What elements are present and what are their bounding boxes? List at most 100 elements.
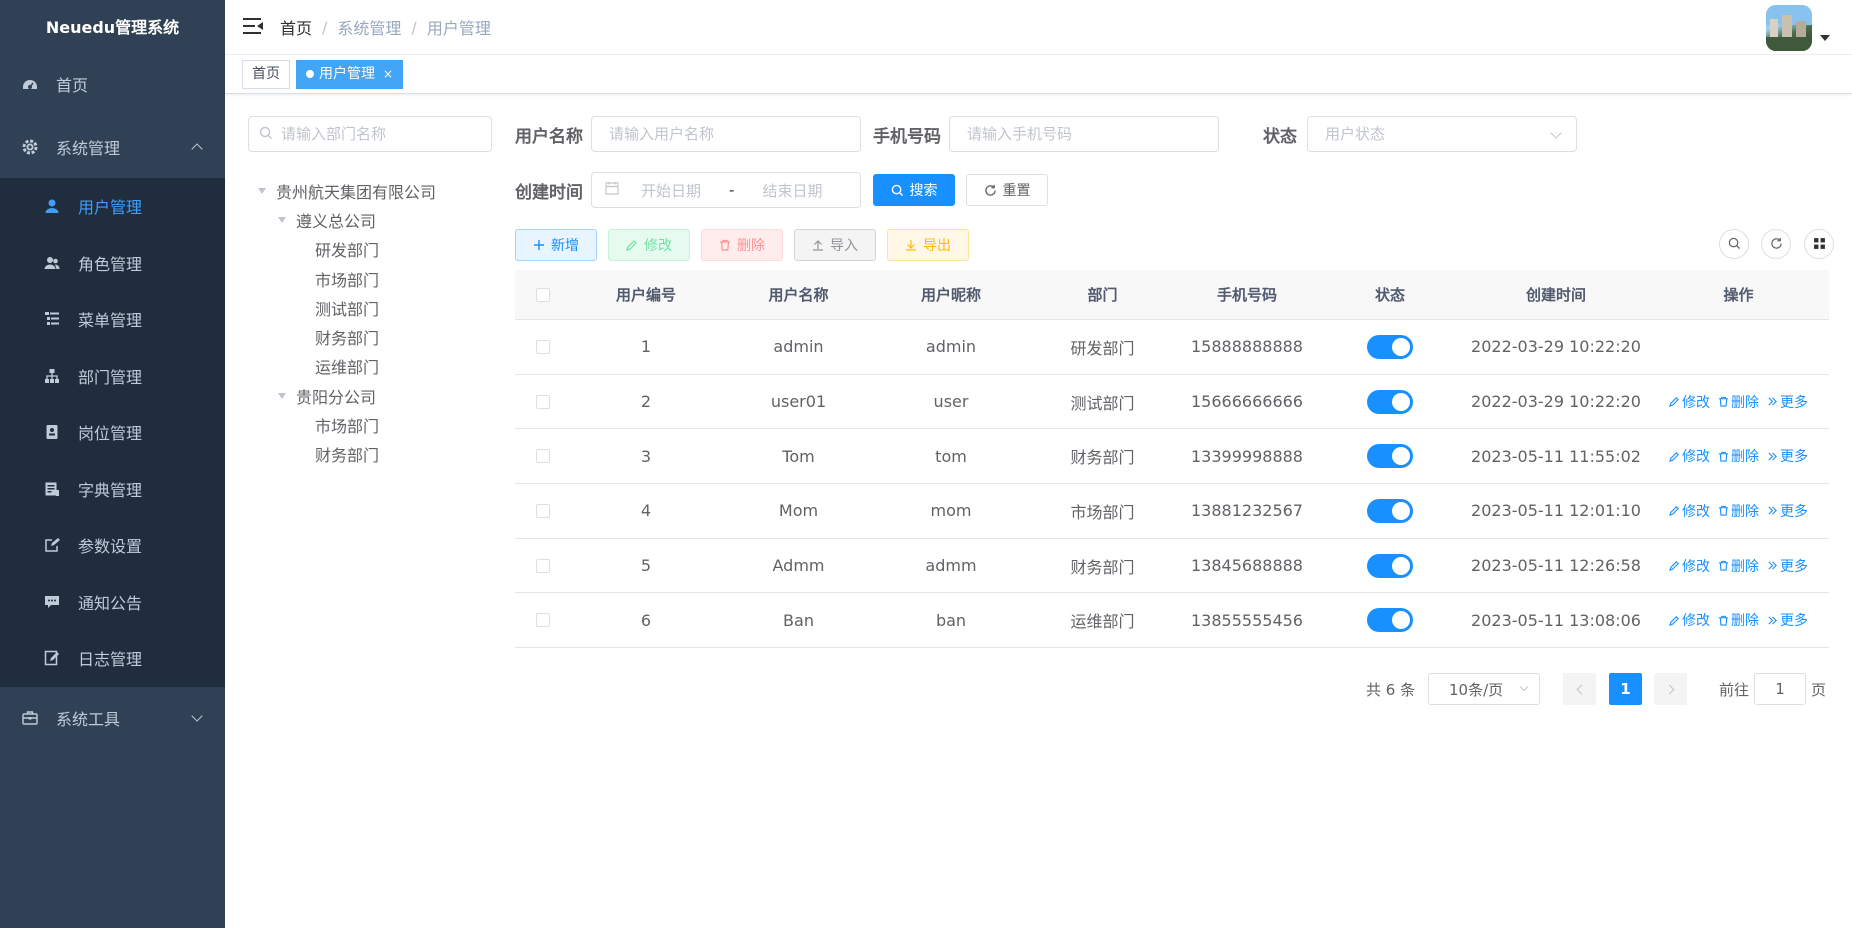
sidebar-item-logs[interactable]: 日志管理 [0,630,225,687]
user-avatar[interactable] [1766,5,1812,51]
goto-page-input[interactable] [1754,673,1806,705]
delete-button[interactable]: 删除 [701,229,783,261]
trash-icon [719,239,731,251]
status-cell [1316,498,1464,523]
tree-node-leaf[interactable]: 运维部门 [256,352,436,381]
caret-down-icon[interactable] [278,216,286,223]
date-range-picker[interactable]: 开始日期 - 结束日期 [591,172,861,208]
create-time-label: 创建时间 [515,183,583,203]
username-input[interactable] [609,125,860,143]
select-all-checkbox[interactable] [535,287,550,302]
status-toggle[interactable] [1367,553,1413,578]
status-cell [1316,334,1464,359]
caret-down-icon[interactable] [258,187,266,194]
hamburger-icon[interactable] [243,18,265,36]
refresh-button[interactable] [1761,229,1791,259]
breadcrumb-home[interactable]: 首页 [280,15,312,39]
row-edit-link[interactable]: 修改 [1669,501,1710,521]
tree-node-leaf[interactable]: 测试部门 [256,293,436,322]
page-size-select[interactable]: 10条/页 [1428,673,1540,705]
sidebar-item-system[interactable]: 系统管理 [0,115,225,178]
row-edit-link[interactable]: 修改 [1669,556,1710,576]
status-toggle[interactable] [1367,608,1413,633]
status-select[interactable] [1307,116,1577,152]
tag-home[interactable]: 首页 [242,59,290,89]
sidebar-item-menus[interactable]: 菜单管理 [0,291,225,348]
sidebar-item-notice[interactable]: 通知公告 [0,574,225,631]
sidebar-item-home[interactable]: 首页 [0,52,225,115]
edit-button[interactable]: 修改 [608,229,690,261]
import-button[interactable]: 导入 [794,229,876,261]
tree-node-leaf[interactable]: 财务部门 [256,440,436,469]
row-checkbox[interactable] [535,503,550,518]
sidebar-item-tools[interactable]: 系统工具 [0,687,225,750]
status-cell [1316,608,1464,633]
reset-button[interactable]: 重置 [966,174,1048,206]
search-button[interactable]: 搜索 [873,174,955,206]
search-icon [1728,235,1741,254]
row-more-link[interactable]: 更多 [1767,392,1808,412]
caret-down-icon[interactable] [278,392,286,399]
dept-search-input[interactable] [281,125,481,143]
tree-node-leaf[interactable]: 研发部门 [256,235,436,264]
close-icon[interactable]: × [383,61,393,88]
row-delete-link[interactable]: 删除 [1718,446,1759,466]
row-edit-link[interactable]: 修改 [1669,610,1710,630]
end-date-input[interactable]: 结束日期 [762,180,822,201]
toggle-search-button[interactable] [1719,229,1749,259]
row-more-link[interactable]: 更多 [1767,501,1808,521]
breadcrumb-current: 用户管理 [426,19,491,38]
row-delete-link[interactable]: 删除 [1718,556,1759,576]
row-delete-link[interactable]: 删除 [1718,610,1759,630]
row-more-link[interactable]: 更多 [1767,610,1808,630]
row-checkbox[interactable] [535,394,550,409]
tag-user-management[interactable]: 用户管理 × [296,59,404,89]
tree-node-leaf[interactable]: 财务部门 [256,322,436,351]
tree-node-leaf[interactable]: 市场部门 [256,410,436,439]
row-more-link[interactable]: 更多 [1767,556,1808,576]
phone-input[interactable] [967,125,1218,143]
row-checkbox[interactable] [535,558,550,573]
button-label: 重置 [1002,183,1031,199]
sidebar-item-posts[interactable]: 岗位管理 [0,404,225,461]
export-button[interactable]: 导出 [887,229,969,261]
start-date-input[interactable]: 开始日期 [641,180,701,201]
sidebar-item-roles[interactable]: 角色管理 [0,235,225,292]
caret-down-icon[interactable] [1820,35,1830,41]
row-edit-link[interactable]: 修改 [1669,392,1710,412]
sidebar-item-dict[interactable]: 字典管理 [0,461,225,518]
next-page-button[interactable] [1654,673,1687,705]
add-button[interactable]: 新增 [515,229,597,261]
status-select-input[interactable] [1325,125,1576,143]
row-more-link[interactable]: 更多 [1767,446,1808,466]
row-checkbox[interactable] [535,449,550,464]
sidebar-item-users[interactable]: 用户管理 [0,178,225,235]
tree-node-leaf[interactable]: 市场部门 [256,264,436,293]
status-toggle[interactable] [1367,334,1413,359]
tree-node-root[interactable]: 贵州航天集团有限公司 [256,176,436,205]
sidebar-item-config[interactable]: 参数设置 [0,517,225,574]
double-arrow-right-icon [1767,451,1778,462]
phone-field[interactable] [949,116,1219,152]
sidebar-item-depts[interactable]: 部门管理 [0,348,225,405]
columns-button[interactable] [1804,229,1834,259]
app-logo-title[interactable]: Neuedu管理系统 [0,0,225,52]
cell-user-id: 6 [640,610,652,630]
status-toggle[interactable] [1367,389,1413,414]
range-separator: - [729,181,735,199]
row-edit-link[interactable]: 修改 [1669,446,1710,466]
prev-page-button[interactable] [1563,673,1596,705]
status-toggle[interactable] [1367,444,1413,469]
tree-node-guiyang[interactable]: 贵阳分公司 [256,381,436,410]
tree-node-zunyi[interactable]: 遵义总公司 [256,205,436,234]
log-icon [44,650,60,666]
row-delete-link[interactable]: 删除 [1718,392,1759,412]
row-checkbox[interactable] [535,339,550,354]
link-label: 修改 [1682,449,1710,466]
row-delete-link[interactable]: 删除 [1718,501,1759,521]
status-toggle[interactable] [1367,498,1413,523]
page-number-current[interactable]: 1 [1609,673,1642,705]
username-field[interactable] [591,116,861,152]
row-checkbox[interactable] [535,613,550,628]
dept-search-field[interactable] [248,116,492,152]
